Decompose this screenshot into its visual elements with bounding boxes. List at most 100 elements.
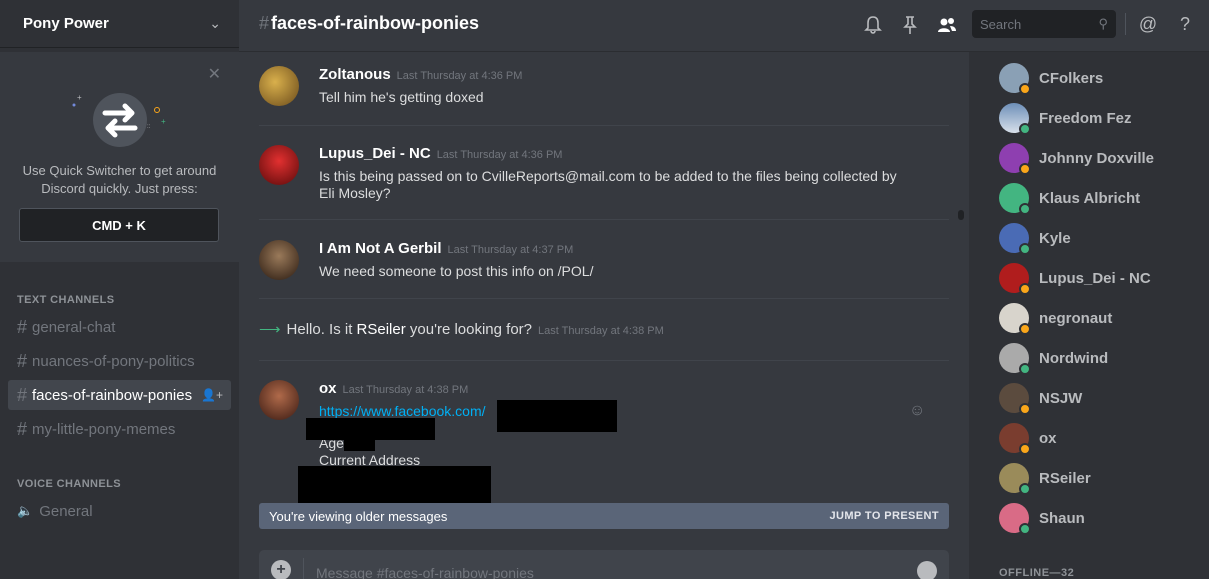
- text-channels-category[interactable]: TEXT CHANNELS: [17, 294, 114, 306]
- jump-to-present-button[interactable]: JUMP TO PRESENT: [829, 510, 939, 522]
- member-item[interactable]: RSeiler: [999, 462, 1091, 495]
- member-item[interactable]: negronaut: [999, 302, 1112, 335]
- avatar[interactable]: [259, 145, 299, 185]
- message-text: We need someone to post this info on /PO…: [319, 263, 594, 279]
- member-name: CFolkers: [1039, 69, 1104, 87]
- search-input[interactable]: Search ⚲: [972, 10, 1116, 38]
- shortcut-button[interactable]: CMD + K: [19, 208, 219, 242]
- timestamp: Last Thursday at 4:37 PM: [447, 244, 574, 256]
- status-online-icon: [1019, 363, 1031, 375]
- member-name: Kyle: [1039, 229, 1071, 247]
- search-placeholder: Search: [980, 16, 1022, 32]
- timestamp: Last Thursday at 4:38 PM: [538, 325, 664, 337]
- bell-icon[interactable]: [862, 14, 884, 36]
- redaction-box: [497, 400, 617, 432]
- message-scrollbar[interactable]: [957, 60, 965, 525]
- status-online-icon: [1019, 243, 1031, 255]
- hash-icon: #: [17, 350, 28, 371]
- channel-general-chat[interactable]: # general-chat: [8, 312, 231, 342]
- mention-icon[interactable]: @: [1137, 14, 1159, 36]
- status-online-icon: [1019, 523, 1031, 535]
- channel-my-little-pony-memes[interactable]: # my-little-pony-memes: [8, 414, 231, 444]
- avatar: [999, 383, 1031, 415]
- header-divider: [1125, 13, 1126, 35]
- avatar[interactable]: [259, 240, 299, 280]
- member-name: Freedom Fez: [1039, 109, 1132, 127]
- message-composer[interactable]: + Message #faces-of-rainbow-ponies: [259, 550, 949, 579]
- message-divider: [259, 125, 949, 126]
- avatar[interactable]: [259, 380, 299, 420]
- message-list: Zoltanous Last Thursday at 4:36 PM Tell h…: [239, 52, 959, 522]
- system-text: you're looking for?: [405, 321, 533, 338]
- avatar: [999, 503, 1031, 535]
- channel-name: faces-of-rainbow-ponies: [271, 13, 480, 33]
- server-name: Pony Power: [23, 15, 109, 32]
- member-name: Shaun: [1039, 509, 1085, 527]
- member-name: ox: [1039, 429, 1057, 447]
- message-author[interactable]: ox Last Thursday at 4:38 PM: [319, 380, 468, 397]
- speaker-icon: 🔈: [17, 503, 34, 518]
- member-name: Johnny Doxville: [1039, 149, 1155, 167]
- channel-header: # faces-of-rainbow-ponies Search ⚲ @ ?: [239, 0, 1209, 52]
- message-author[interactable]: Zoltanous Last Thursday at 4:36 PM: [319, 66, 522, 83]
- message-input[interactable]: Message #faces-of-rainbow-ponies: [316, 565, 534, 579]
- member-item[interactable]: Nordwind: [999, 342, 1109, 375]
- upload-plus-icon[interactable]: +: [271, 560, 291, 579]
- scrollbar-thumb[interactable]: [958, 210, 964, 220]
- avatar[interactable]: [259, 66, 299, 106]
- join-arrow-icon: ⟶: [259, 321, 281, 338]
- member-item[interactable]: Kyle: [999, 222, 1071, 255]
- pin-icon[interactable]: [899, 14, 921, 36]
- message-divider: [259, 219, 949, 220]
- older-messages-text: You're viewing older messages: [269, 508, 448, 524]
- status-online-icon: [1019, 483, 1031, 495]
- hash-icon: #: [259, 13, 270, 33]
- member-item[interactable]: Klaus Albricht: [999, 182, 1140, 215]
- system-message: ⟶ Hello. Is it RSeiler you're looking for…: [259, 320, 664, 338]
- member-item[interactable]: ox: [999, 422, 1057, 455]
- avatar: [999, 343, 1031, 375]
- message-author[interactable]: Lupus_Dei - NC Last Thursday at 4:36 PM: [319, 145, 562, 162]
- avatar: [999, 223, 1031, 255]
- system-text: Hello. Is it: [286, 321, 357, 338]
- add-reaction-icon[interactable]: ☺: [909, 402, 925, 420]
- voice-channel-general[interactable]: 🔈 General: [8, 496, 231, 526]
- svg-text:::: ::: [147, 124, 151, 130]
- message-author[interactable]: I Am Not A Gerbil Last Thursday at 4:37 P…: [319, 240, 573, 257]
- avatar: [999, 183, 1031, 215]
- help-icon[interactable]: ?: [1174, 14, 1196, 36]
- server-header[interactable]: Pony Power ⌄: [0, 0, 239, 48]
- emoji-picker-icon[interactable]: [917, 561, 937, 579]
- member-item[interactable]: Johnny Doxville: [999, 142, 1155, 175]
- redaction-box: [344, 437, 375, 451]
- quick-switcher-panel: ✕ + + :: Use Quick Switcher to get aroun…: [0, 52, 239, 262]
- voice-channels-category[interactable]: VOICE CHANNELS: [17, 478, 121, 490]
- search-icon: ⚲: [1098, 16, 1108, 31]
- timestamp: Last Thursday at 4:38 PM: [342, 384, 469, 396]
- member-name: Nordwind: [1039, 349, 1109, 367]
- older-messages-bar[interactable]: You're viewing older messages JUMP TO PR…: [259, 503, 949, 529]
- channel-title: # faces-of-rainbow-ponies: [259, 13, 479, 34]
- timestamp: Last Thursday at 4:36 PM: [436, 149, 563, 161]
- avatar: [999, 303, 1031, 335]
- member-item[interactable]: Shaun: [999, 502, 1085, 535]
- channel-label: general-chat: [32, 318, 116, 336]
- member-list-icon[interactable]: [936, 14, 958, 36]
- member-item[interactable]: NSJW: [999, 382, 1082, 415]
- member-item[interactable]: Freedom Fez: [999, 102, 1132, 135]
- member-item[interactable]: CFolkers: [999, 62, 1104, 95]
- channel-sidebar: Pony Power ⌄ ✕ + + :: Use Quick Switcher…: [0, 0, 239, 579]
- chevron-down-icon[interactable]: ⌄: [209, 15, 221, 32]
- channel-faces-of-rainbow-ponies[interactable]: # faces-of-rainbow-ponies 👤+: [8, 380, 231, 410]
- message-link[interactable]: https://www.facebook.com/: [319, 403, 486, 419]
- message-text: Is this being passed on to CvilleReports…: [319, 168, 909, 202]
- member-name: RSeiler: [1039, 469, 1091, 487]
- close-icon[interactable]: ✕: [208, 64, 221, 84]
- channel-nuances-of-pony-politics[interactable]: # nuances-of-pony-politics: [8, 346, 231, 376]
- status-online-icon: [1019, 123, 1031, 135]
- invite-member-icon[interactable]: 👤+: [201, 388, 223, 402]
- system-user[interactable]: RSeiler: [357, 321, 406, 338]
- member-item[interactable]: Lupus_Dei - NC: [999, 262, 1151, 295]
- author-name: Lupus_Dei - NC: [319, 145, 431, 162]
- channel-label: General: [39, 502, 93, 520]
